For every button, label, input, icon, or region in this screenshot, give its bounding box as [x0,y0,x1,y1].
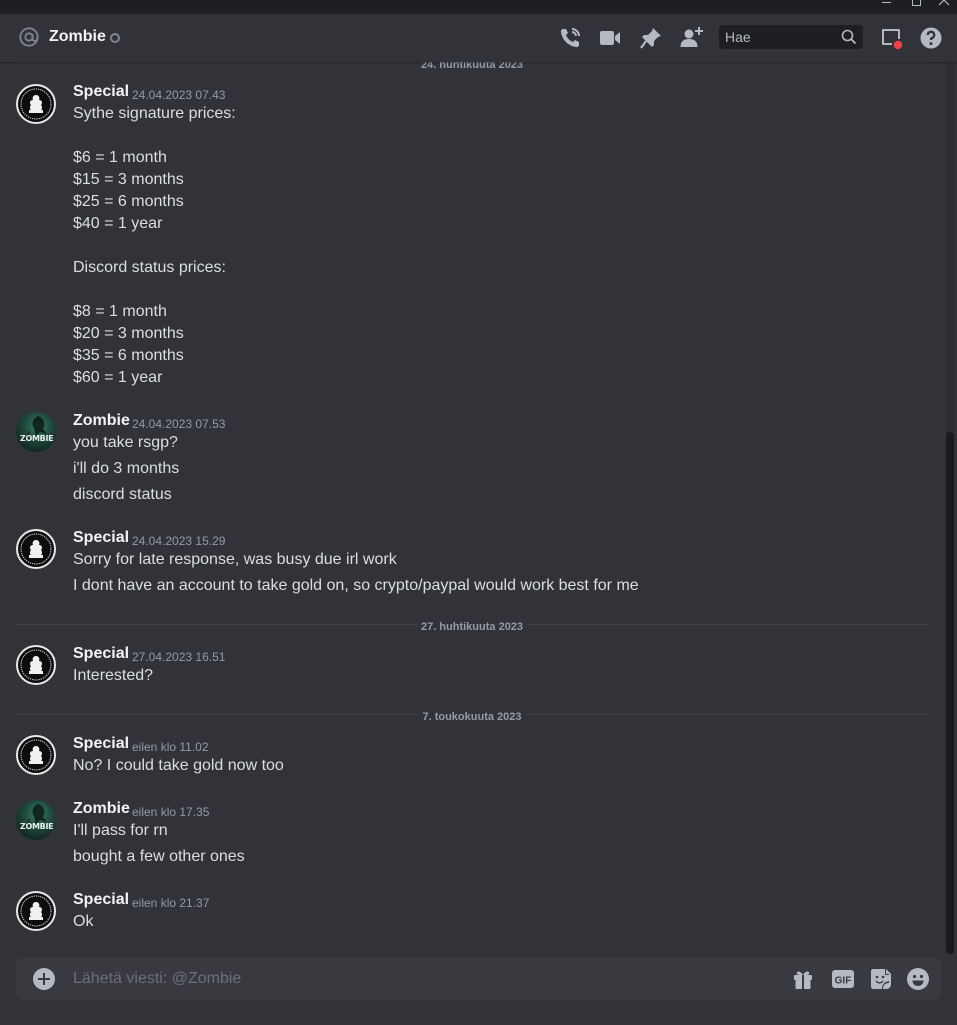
date-divider-label: 27. huhtikuuta 2023 [416,621,528,633]
message-line: Interested? [73,667,154,684]
message-author[interactable]: Special [73,528,129,548]
message-line: you take rsgp? [73,434,178,451]
avatar[interactable] [16,529,56,569]
message-composer: Lähetä viesti: @Zombie GIF [16,958,942,1000]
emoji-icon[interactable] [906,967,930,991]
date-divider: 7. toukokuuta 2023 [16,711,928,723]
inbox-icon[interactable] [879,26,903,50]
message-author[interactable]: Special [73,82,129,102]
message-line: $8 = 1 month [73,303,167,320]
message-line: $6 = 1 month [73,149,167,166]
avatar[interactable] [16,84,56,124]
channel-title: Zombie [49,28,106,45]
window-titlebar [0,0,957,14]
message-line: No? I could take gold now too [73,757,284,774]
gif-label: GIF [835,976,852,987]
help-icon[interactable] [919,26,943,50]
avatar[interactable] [16,891,56,931]
avatar[interactable] [16,735,56,775]
message-timestamp: eilen klo 17.35 [132,805,210,819]
message-line: $20 = 3 months [73,325,184,342]
message-author[interactable]: Special [73,890,129,910]
message-timestamp: 24.04.2023 07.53 [132,417,226,431]
offline-status-icon [110,33,120,43]
gift-icon[interactable] [791,967,815,991]
message-author[interactable]: Zombie [73,799,130,819]
maximize-button[interactable] [910,0,924,11]
message-line: $40 = 1 year [73,215,163,232]
add-user-icon[interactable] [679,26,703,50]
avatar-label: ZOMBIE [20,822,54,831]
message-line: discord status [73,486,172,503]
message-timestamp: eilen klo 11.02 [132,740,209,754]
message-line: Sythe signature prices: [73,105,236,122]
avatar[interactable]: ZOMBIE [16,800,56,840]
message-timestamp: 24.04.2023 07.43 [132,88,226,102]
message-line: Discord status prices: [73,259,226,276]
message-line: I dont have an account to take gold on, … [73,577,639,594]
search-icon [841,29,857,45]
date-divider: 27. huhtikuuta 2023 [16,621,928,633]
message-timestamp: eilen klo 21.37 [132,896,210,910]
message-author[interactable]: Special [73,734,129,754]
message-line: bought a few other ones [73,848,245,865]
message-line: $35 = 6 months [73,347,184,364]
date-divider-label: 24. huhtikuuta 2023 [416,62,528,71]
phone-call-icon[interactable] [558,26,582,50]
message-timestamp: 27.04.2023 16.51 [132,650,226,664]
search-placeholder: Hae [725,29,751,45]
message-line: $15 = 3 months [73,171,184,188]
minimize-button[interactable] [880,0,894,11]
avatar[interactable] [16,645,56,685]
scrollbar-thumb[interactable] [946,432,954,954]
message-author[interactable]: Special [73,644,129,664]
sticker-icon[interactable] [869,967,893,991]
plus-icon[interactable] [33,968,55,990]
message-input[interactable]: Lähetä viesti: @Zombie [73,969,673,989]
at-icon [18,26,40,48]
message-list[interactable]: 24. huhtikuuta 2023 Special 24.04.2023 0… [0,62,957,957]
message-line: Ok [73,913,94,930]
pin-icon[interactable] [639,26,663,50]
gif-icon[interactable]: GIF [831,967,855,991]
channel-header: Zombie Hae [0,14,957,62]
avatar[interactable]: ZOMBIE [16,412,56,452]
date-divider: 24. huhtikuuta 2023 [16,62,928,71]
message-author[interactable]: Zombie [73,411,130,431]
date-divider-label: 7. toukokuuta 2023 [418,711,526,723]
video-icon[interactable] [598,26,622,50]
message-line: Sorry for late response, was busy due ir… [73,551,397,568]
message-line: i'll do 3 months [73,460,180,477]
close-icon[interactable] [937,0,951,11]
message-line: $25 = 6 months [73,193,184,210]
search-input[interactable]: Hae [719,25,863,49]
avatar-label: ZOMBIE [20,434,54,443]
message-line: $60 = 1 year [73,369,163,386]
message-timestamp: 24.04.2023 15.29 [132,534,226,548]
message-line: I'll pass for rn [73,822,168,839]
